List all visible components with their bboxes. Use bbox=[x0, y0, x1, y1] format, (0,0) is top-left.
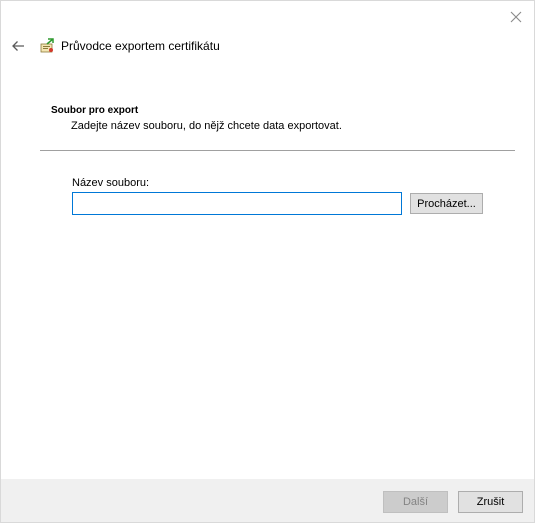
wizard-header: Průvodce exportem certifikátu bbox=[9, 35, 220, 57]
header-divider bbox=[40, 150, 515, 151]
wizard-title: Průvodce exportem certifikátu bbox=[61, 39, 220, 53]
export-wizard-window: Průvodce exportem certifikátu Soubor pro… bbox=[0, 0, 535, 523]
file-name-label: Název souboru: bbox=[72, 177, 150, 189]
file-name-input[interactable] bbox=[72, 192, 402, 215]
back-arrow-icon bbox=[12, 41, 24, 51]
back-button[interactable] bbox=[9, 37, 27, 55]
wizard-footer bbox=[1, 479, 534, 522]
section-description: Zadejte název souboru, do nějž chcete da… bbox=[71, 120, 342, 132]
section-title: Soubor pro export bbox=[51, 105, 139, 116]
browse-button[interactable]: Procházet... bbox=[410, 193, 483, 214]
certificate-wizard-icon bbox=[40, 38, 54, 53]
next-button[interactable]: Další bbox=[383, 491, 448, 513]
close-button[interactable] bbox=[506, 7, 526, 27]
cancel-button[interactable]: Zrušit bbox=[458, 491, 523, 513]
close-icon bbox=[510, 11, 522, 23]
